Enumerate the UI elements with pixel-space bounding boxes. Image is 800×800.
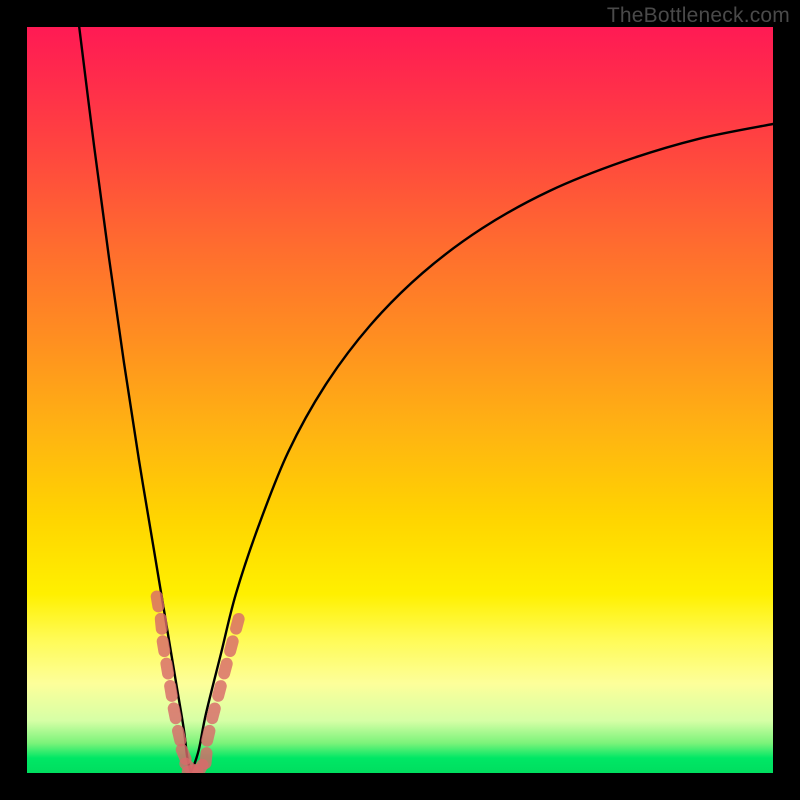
right-branch-curve xyxy=(191,124,773,773)
curve-layer xyxy=(79,27,773,773)
data-marker xyxy=(154,612,168,635)
watermark-text: TheBottleneck.com xyxy=(607,4,790,28)
plot-area xyxy=(27,27,773,773)
data-marker xyxy=(150,590,165,614)
left-branch-curve xyxy=(79,27,191,773)
data-marker xyxy=(199,747,213,770)
chart-svg xyxy=(27,27,773,773)
outer-frame: TheBottleneck.com xyxy=(0,0,800,800)
marker-layer xyxy=(150,590,246,773)
data-marker xyxy=(171,724,188,748)
